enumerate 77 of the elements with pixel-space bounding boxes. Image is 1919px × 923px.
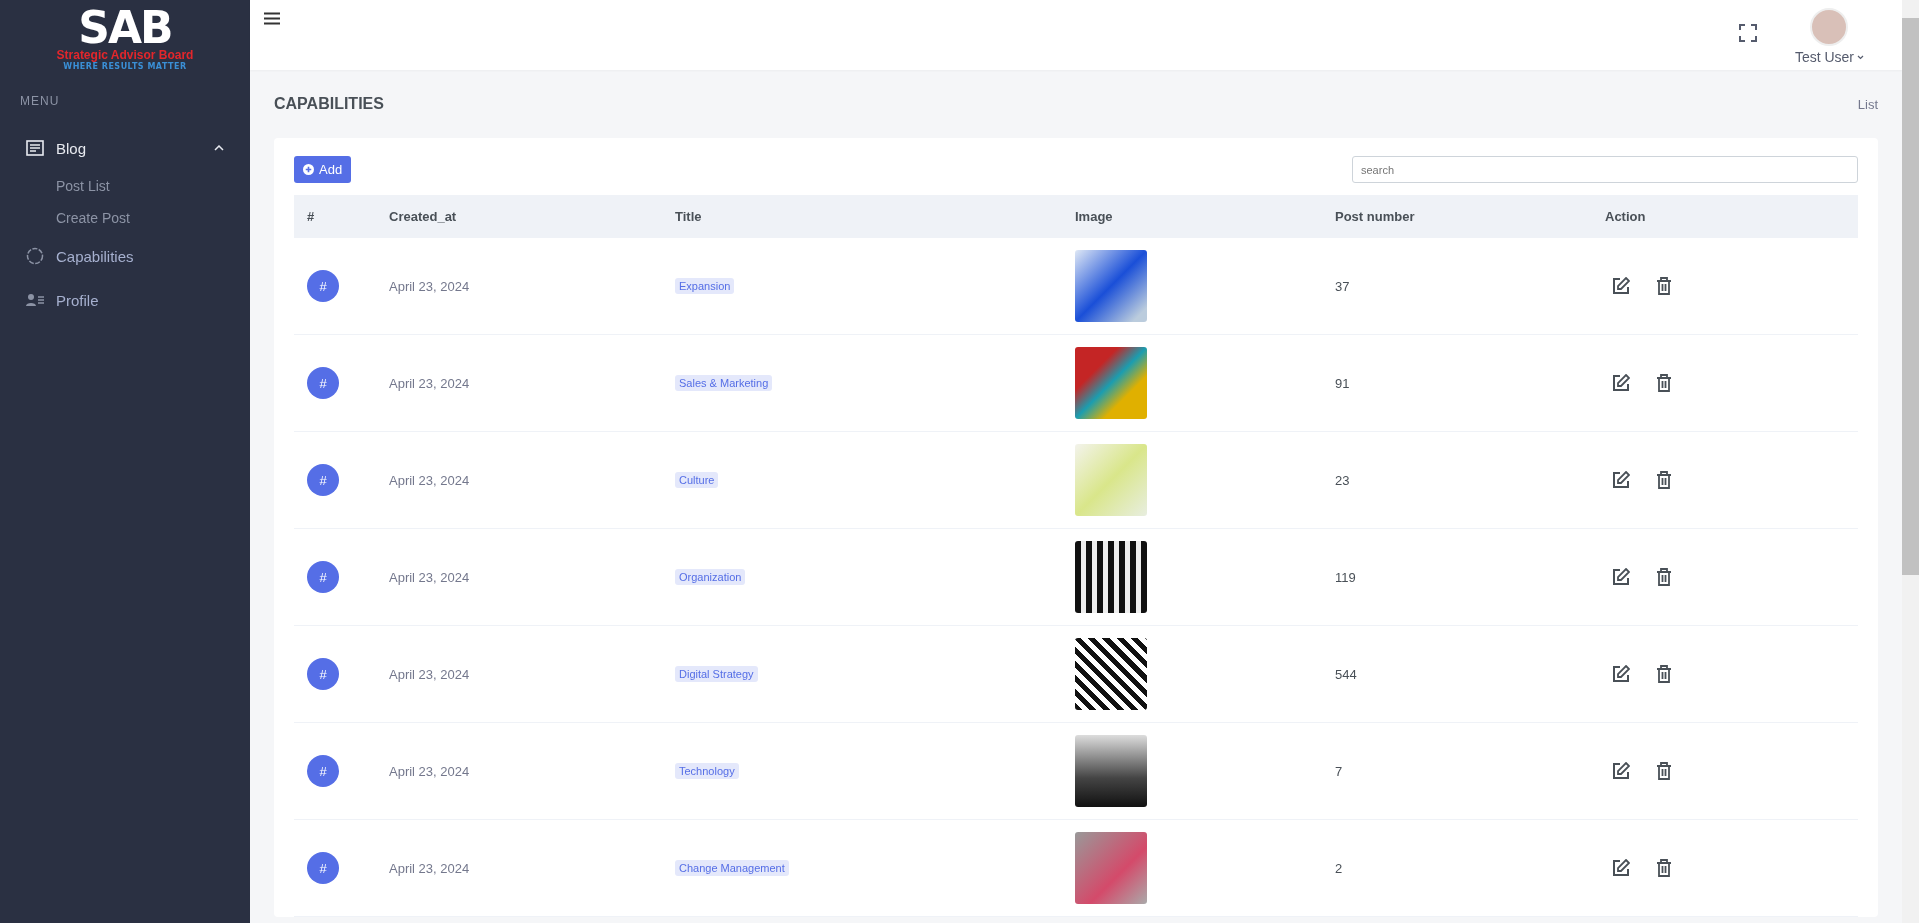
photo-placeholder [1075,444,1147,516]
photo-placeholder [1075,735,1147,807]
post-number: 23 [1335,472,1350,488]
logo-text: SAB [78,8,172,48]
trash-icon[interactable] [1656,568,1672,586]
column-header: Image [1075,209,1113,224]
date-text: April 23, 2024 [389,375,470,391]
trash-icon[interactable] [1656,277,1672,295]
column-header: Created_at [389,209,457,224]
title-tag: Expansion [675,278,735,294]
row-badge: # [307,270,339,302]
caret-down-icon [1857,54,1864,60]
photo-placeholder [1075,541,1147,613]
photo-placeholder [1075,638,1147,710]
column-header: # [307,209,315,224]
post-number: 7 [1335,763,1343,779]
trash-icon[interactable] [1656,665,1672,683]
title-tag: Organization [675,569,746,585]
row-badge: # [307,755,339,787]
row-badge: # [307,367,339,399]
sidebar-item[interactable]: Blog [0,126,250,170]
date-text: April 23, 2024 [389,860,470,876]
date-text: April 23, 2024 [389,278,470,294]
post-number: 544 [1335,666,1357,682]
scrollbar[interactable] [1902,0,1919,923]
edit-icon[interactable] [1612,762,1630,780]
menu-icon[interactable] [264,12,280,25]
add-button[interactable]: Add [294,156,352,183]
fullscreen-icon[interactable] [1738,24,1757,42]
post-number: 2 [1335,860,1343,876]
post-number: 119 [1335,569,1356,585]
photo-placeholder [1075,250,1147,322]
page-title: CAPABILITIES [274,95,384,113]
row-badge: # [307,658,339,690]
edit-icon[interactable] [1612,374,1630,392]
date-text: April 23, 2024 [389,763,470,779]
sidebar-item[interactable]: Capabilities [0,234,250,278]
column-header: Title [675,209,702,224]
user-list-icon [26,293,44,307]
user-menu[interactable]: Test User [1794,49,1864,65]
date-text: April 23, 2024 [389,569,470,585]
title-tag: Change Management [675,860,789,876]
trash-icon[interactable] [1656,859,1672,877]
column-header: Post number [1335,209,1415,224]
sidebar-item[interactable]: Profile [0,278,250,322]
logo-name: Strategic Advisor Board [56,48,194,62]
row-badge: # [307,561,339,593]
title-tag: Culture [675,472,719,488]
circle-icon [26,247,44,265]
trash-icon[interactable] [1656,374,1672,392]
breadcrumb-link[interactable]: List [1857,96,1878,112]
edit-icon[interactable] [1612,665,1630,683]
sidebar-subitem[interactable]: Create Post [0,202,250,234]
menu-heading: MENU [20,94,60,108]
title-tag: Sales & Marketing [675,375,773,391]
sidebar-subitem[interactable]: Post List [0,170,250,202]
search-field[interactable]: search [1352,156,1858,183]
photo-placeholder [1075,832,1147,904]
document-icon [26,140,44,156]
title-tag: Technology [675,763,739,779]
edit-icon[interactable] [1612,471,1630,489]
row-badge: # [307,852,339,884]
post-number: 91 [1335,375,1350,391]
title-tag: Digital Strategy [675,666,758,682]
date-text: April 23, 2024 [389,472,470,488]
plus-circle-icon [303,164,314,175]
column-header: Action [1605,209,1646,224]
post-number: 37 [1335,278,1350,294]
trash-icon[interactable] [1656,471,1672,489]
trash-icon[interactable] [1656,762,1672,780]
row-badge: # [307,464,339,496]
date-text: April 23, 2024 [389,666,470,682]
edit-icon[interactable] [1612,277,1630,295]
photo-placeholder [1075,347,1147,419]
edit-icon[interactable] [1612,568,1630,586]
logo-tagline: WHERE RESULTS MATTER [63,62,187,72]
edit-icon[interactable] [1612,859,1630,877]
